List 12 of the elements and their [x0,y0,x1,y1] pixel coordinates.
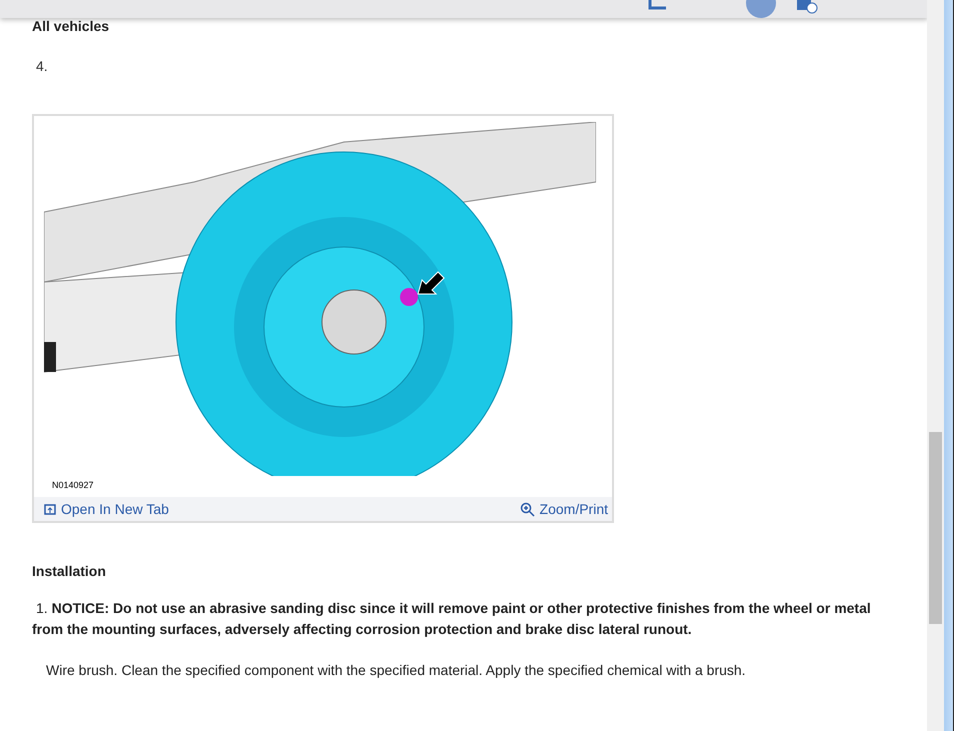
new-tab-icon [44,504,56,514]
zoom-print-link[interactable]: Zoom/Print [520,501,608,517]
open-in-new-tab-link[interactable]: Open In New Tab [44,501,169,517]
zoom-icon [520,502,535,516]
section-title: All vehicles [32,18,110,34]
installation-title: Installation [32,563,107,579]
scrollbar-thumb[interactable] [929,432,942,624]
quote-icon[interactable] [797,0,819,14]
step-number: 4. [36,58,49,74]
instruction-text: Wire brush. Clean the specified component with the specified material. Apply the specified chemical with a brush. [45,661,747,680]
figure-caption: N0140927 [51,479,95,492]
notice-paragraph: 1. NOTICE: Do not use an abrasive sanding disc since it will remove paint or other protective finishes from the wheel or metal from the mounting surfaces, adversely affecting corrosion protection and brake disc lateral runout. [32,599,872,639]
